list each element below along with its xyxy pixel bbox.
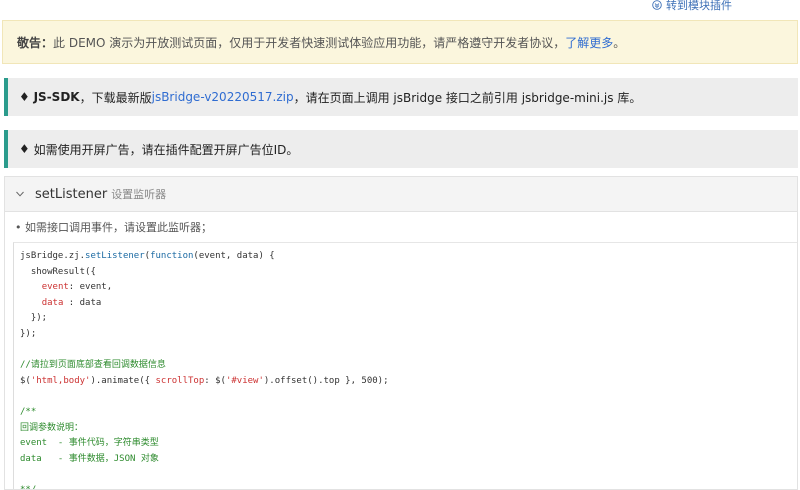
- code-token: scrollTop: [155, 375, 205, 386]
- sdk-tip-post: ，请在页面上调用 jsBridge 接口之前引用 jsbridge-mini.j…: [293, 90, 642, 105]
- chevron-down-icon: [16, 191, 24, 197]
- switch-module-label: 转到模块插件: [666, 0, 732, 12]
- code-line: data : data: [20, 296, 797, 312]
- diamond-bullet-icon: ♦: [19, 90, 30, 104]
- ad-tip-text: 如需使用开屏广告，请在插件配置开屏广告位ID。: [33, 142, 299, 157]
- notice-banner: 敬告： 此 DEMO 演示为开放测试页面，仅用于开发者快速测试体验应用功能，请严…: [2, 20, 798, 64]
- code-block: jsBridge.zj.setListener(function(event, …: [13, 242, 797, 489]
- code-blank: [20, 343, 797, 359]
- code-blank: [20, 467, 797, 483]
- code-line: jsBridge.zj.setListener(function(event, …: [20, 249, 797, 265]
- ad-tip: ♦ 如需使用开屏广告，请在插件配置开屏广告位ID。: [4, 130, 798, 168]
- sdk-tip: ♦ JS-SDK ，下载最新版 jsBridge-v20220517.zip ，…: [4, 78, 798, 116]
- code-token: data: [41, 297, 64, 308]
- code-token: : $(: [204, 375, 226, 386]
- double-chevron-down-icon: [652, 0, 662, 10]
- code-token: setListener: [85, 251, 145, 261]
- code-line: });: [20, 328, 37, 339]
- code-line: data - 事件数据，JSON 对象: [20, 453, 159, 464]
- code-line: 回调参数说明：: [20, 422, 84, 433]
- code-token: 'html,body': [30, 375, 91, 386]
- code-token: : event,: [68, 282, 113, 293]
- top-bar: 转到模块插件: [0, 0, 800, 20]
- code-line: **/: [20, 483, 797, 489]
- notice-tail: 。: [613, 35, 626, 50]
- code-token: $(: [20, 375, 31, 386]
- code-token: (event, data) {: [193, 251, 275, 261]
- switch-module-link[interactable]: 转到模块插件: [652, 0, 732, 13]
- set-listener-panel: setListener 设置监听器 • 如需接口调用事件，请设置此监听器； js…: [4, 176, 798, 490]
- panel-header[interactable]: setListener 设置监听器: [5, 177, 797, 212]
- panel-title: setListener: [35, 186, 108, 202]
- panel-description: • 如需接口调用事件，请设置此监听器；: [15, 221, 212, 234]
- code-line: /**: [20, 406, 37, 417]
- code-token: : data: [63, 297, 102, 308]
- sdk-tip-pre: ，下载最新版: [79, 90, 152, 105]
- code-token: ).offset().top }, 500);: [263, 375, 389, 386]
- code-line: event: event,: [20, 280, 797, 296]
- code-token: '#view': [225, 375, 264, 386]
- code-line: });: [20, 313, 48, 324]
- code-blank: [20, 389, 797, 405]
- code-line: event - 事件代码，字符串类型: [20, 438, 159, 449]
- code-line: $('html,body').animate({ scrollTop: $('#…: [20, 374, 797, 390]
- learn-more-link[interactable]: 了解更多: [565, 34, 613, 51]
- code-token: ).animate({: [90, 375, 156, 386]
- code-token: event: [41, 282, 69, 293]
- diamond-bullet-icon: ♦: [19, 142, 30, 156]
- sdk-download-link[interactable]: jsBridge-v20220517.zip: [152, 90, 294, 104]
- code-line: //请拉到页面底部查看回调数据信息: [20, 360, 166, 371]
- sdk-tip-label: JS-SDK: [33, 90, 80, 104]
- code-token: jsBridge.zj.: [20, 251, 86, 261]
- notice-text: 此 DEMO 演示为开放测试页面，仅用于开发者快速测试体验应用功能，请严格遵守开…: [53, 35, 566, 50]
- panel-subtitle: 设置监听器: [111, 188, 167, 201]
- notice-lead: 敬告：: [17, 35, 54, 50]
- code-token: function: [150, 251, 194, 261]
- code-line: showResult({: [20, 266, 96, 277]
